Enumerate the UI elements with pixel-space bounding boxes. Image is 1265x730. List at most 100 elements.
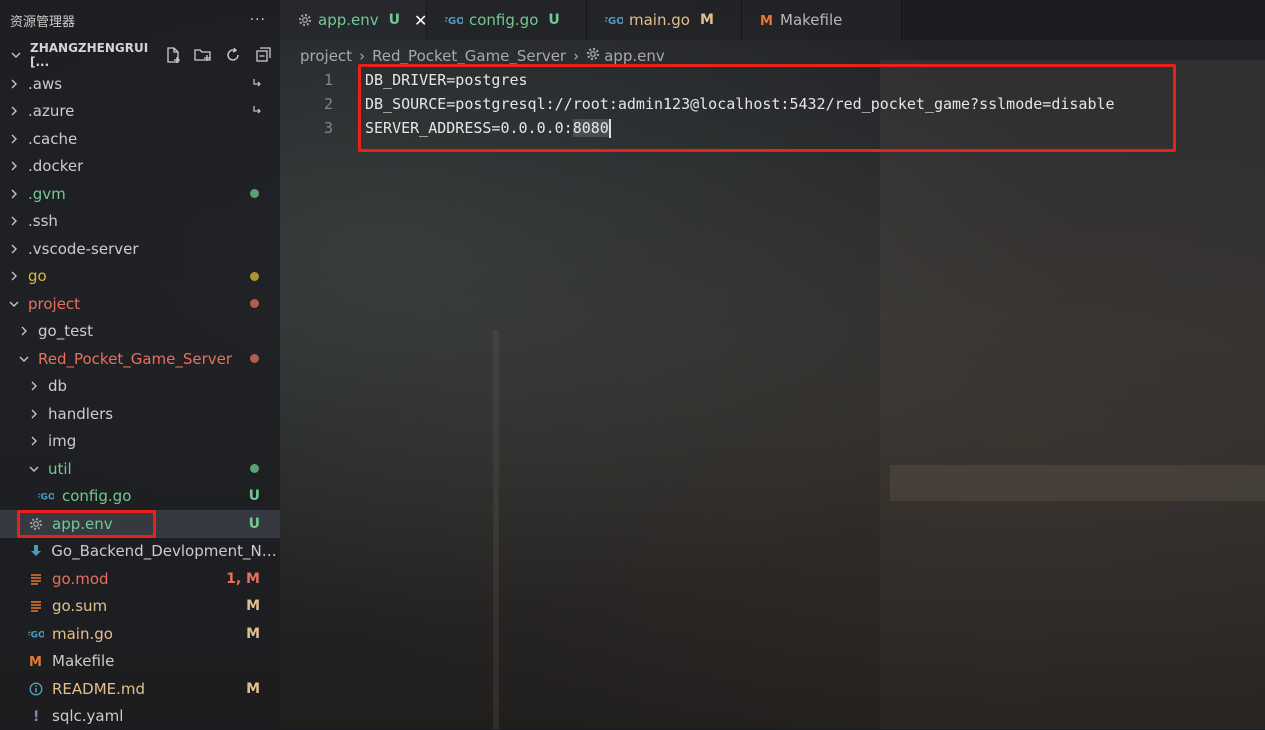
symlink-icon <box>252 76 262 92</box>
editor-area: app.envU✕GOconfig.goUGOmain.goMMMakefile… <box>280 0 1265 729</box>
file-item[interactable]: M Makefile <box>0 648 280 676</box>
svg-text:GO: GO <box>448 16 463 26</box>
text-cursor <box>609 119 611 138</box>
chevron-right-icon[interactable] <box>8 243 20 255</box>
chevron-down-icon[interactable] <box>28 463 40 475</box>
file-item[interactable]: GOconfig.goU <box>0 483 280 511</box>
chevron-right-icon[interactable] <box>8 105 20 117</box>
gear-icon <box>28 516 44 532</box>
line-text: SERVER_ADDRESS=0.0.0.0: <box>365 119 573 137</box>
refresh-icon[interactable] <box>224 46 242 64</box>
code-line[interactable]: 2DB_SOURCE=postgresql://root:admin123@lo… <box>280 92 1265 116</box>
git-status-badge: M <box>700 12 714 28</box>
chevron-right-icon[interactable] <box>28 380 40 392</box>
chevron-right-icon[interactable] <box>18 325 30 337</box>
folder-item[interactable]: Red_Pocket_Game_Server <box>0 345 280 373</box>
tree-item-label: .ssh <box>28 212 58 230</box>
go-file-icon: GO <box>28 626 44 642</box>
file-item[interactable]: GOmain.goM <box>0 620 280 648</box>
info-icon <box>28 681 44 697</box>
tab-makefile[interactable]: MMakefile <box>742 0 902 40</box>
tree-item-label: README.md <box>52 680 145 698</box>
tab-label: main.go <box>629 11 690 29</box>
makefile-icon: M <box>28 653 44 669</box>
status-dot <box>250 464 259 473</box>
breadcrumb-file[interactable]: app.env <box>604 47 665 65</box>
folder-item[interactable]: img <box>0 428 280 456</box>
tree-item-label: main.go <box>52 625 113 643</box>
file-item[interactable]: app.envU <box>0 510 280 538</box>
tab-label: Makefile <box>780 11 842 29</box>
git-status-badge: M <box>246 681 260 697</box>
workspace-section-header[interactable]: ZHANGZHENGRUI [... <box>0 40 280 70</box>
chevron-right-icon[interactable] <box>28 408 40 420</box>
tab-config-go[interactable]: GOconfig.goU <box>427 0 587 40</box>
chevron-right-icon[interactable] <box>8 215 20 227</box>
new-file-icon[interactable] <box>164 46 182 64</box>
new-folder-icon[interactable] <box>194 46 212 64</box>
folder-item[interactable]: .vscode-server <box>0 235 280 263</box>
file-item[interactable]: go.mod 1, M <box>0 565 280 593</box>
folder-item[interactable]: go <box>0 263 280 291</box>
tree-item-label: Makefile <box>52 652 114 670</box>
close-icon[interactable]: ✕ <box>414 11 427 30</box>
file-item[interactable]: Go_Backend_Devlopment_Not... <box>0 538 280 566</box>
chevron-right-icon[interactable] <box>8 78 20 90</box>
breadcrumb-separator-icon: › <box>359 47 365 65</box>
tree-item-label: db <box>48 377 67 395</box>
tab-label: config.go <box>469 11 538 29</box>
breadcrumb-project[interactable]: project <box>300 47 352 65</box>
code-line[interactable]: 1DB_DRIVER=postgres <box>280 68 1265 92</box>
code-editor[interactable]: 1DB_DRIVER=postgres2DB_SOURCE=postgresql… <box>280 68 1265 140</box>
tab-main-go[interactable]: GOmain.goM <box>587 0 742 40</box>
symlink-icon <box>252 103 262 119</box>
chevron-right-icon[interactable] <box>8 188 20 200</box>
chevron-down-icon[interactable] <box>10 49 22 61</box>
line-text: DB_SOURCE=postgresql://root:admin123@loc… <box>365 95 1115 113</box>
tab-label: app.env <box>318 11 379 29</box>
tree-item-label: Go_Backend_Devlopment_Not... <box>51 542 280 560</box>
breadcrumb-folder[interactable]: Red_Pocket_Game_Server <box>372 47 566 65</box>
code-line[interactable]: 3SERVER_ADDRESS=0.0.0.0:8080 <box>280 116 1265 140</box>
tree-item-label: go_test <box>38 322 93 340</box>
tree-item-label: .docker <box>28 157 83 175</box>
git-status-badge: 1, M <box>226 571 260 587</box>
explorer-sidebar: 资源管理器 ··· ZHANGZHENGRUI [... .aws.azure.… <box>0 0 280 729</box>
chevron-down-icon[interactable] <box>8 298 20 310</box>
section-actions <box>164 46 280 64</box>
collapse-all-icon[interactable] <box>254 46 272 64</box>
folder-item[interactable]: .ssh <box>0 208 280 236</box>
chevron-right-icon[interactable] <box>8 270 20 282</box>
folder-item[interactable]: .docker <box>0 153 280 181</box>
folder-item[interactable]: .cache <box>0 125 280 153</box>
folder-item[interactable]: .gvm <box>0 180 280 208</box>
breadcrumb-separator-icon: › <box>573 47 579 65</box>
folder-item[interactable]: .azure <box>0 98 280 126</box>
folder-item[interactable]: project <box>0 290 280 318</box>
folder-item[interactable]: util <box>0 455 280 483</box>
line-number: 1 <box>280 71 365 89</box>
tree-item-label: go.mod <box>52 570 109 588</box>
folder-item[interactable]: handlers <box>0 400 280 428</box>
chevron-right-icon[interactable] <box>8 133 20 145</box>
editor-tabs: app.envU✕GOconfig.goUGOmain.goMMMakefile <box>280 0 1265 40</box>
tree-item-label: project <box>28 295 80 313</box>
status-dot <box>250 299 259 308</box>
tree-item-label: go <box>28 267 47 285</box>
line-number: 2 <box>280 95 365 113</box>
folder-item[interactable]: .aws <box>0 70 280 98</box>
folder-item[interactable]: go_test <box>0 318 280 346</box>
file-item[interactable]: README.md M <box>0 675 280 703</box>
chevron-down-icon[interactable] <box>18 353 30 365</box>
file-item[interactable]: go.sumM <box>0 593 280 621</box>
chevron-right-icon[interactable] <box>28 435 40 447</box>
chevron-right-icon[interactable] <box>8 160 20 172</box>
tree-item-label: go.sum <box>52 597 107 615</box>
more-actions-icon[interactable]: ··· <box>250 12 266 28</box>
go-mod-file-icon <box>28 598 44 614</box>
file-item[interactable]: !sqlc.yaml <box>0 703 280 730</box>
tab-app-env[interactable]: app.envU✕ <box>280 0 427 40</box>
folder-item[interactable]: db <box>0 373 280 401</box>
svg-text:!: ! <box>33 709 39 723</box>
git-status-badge: U <box>249 488 260 504</box>
